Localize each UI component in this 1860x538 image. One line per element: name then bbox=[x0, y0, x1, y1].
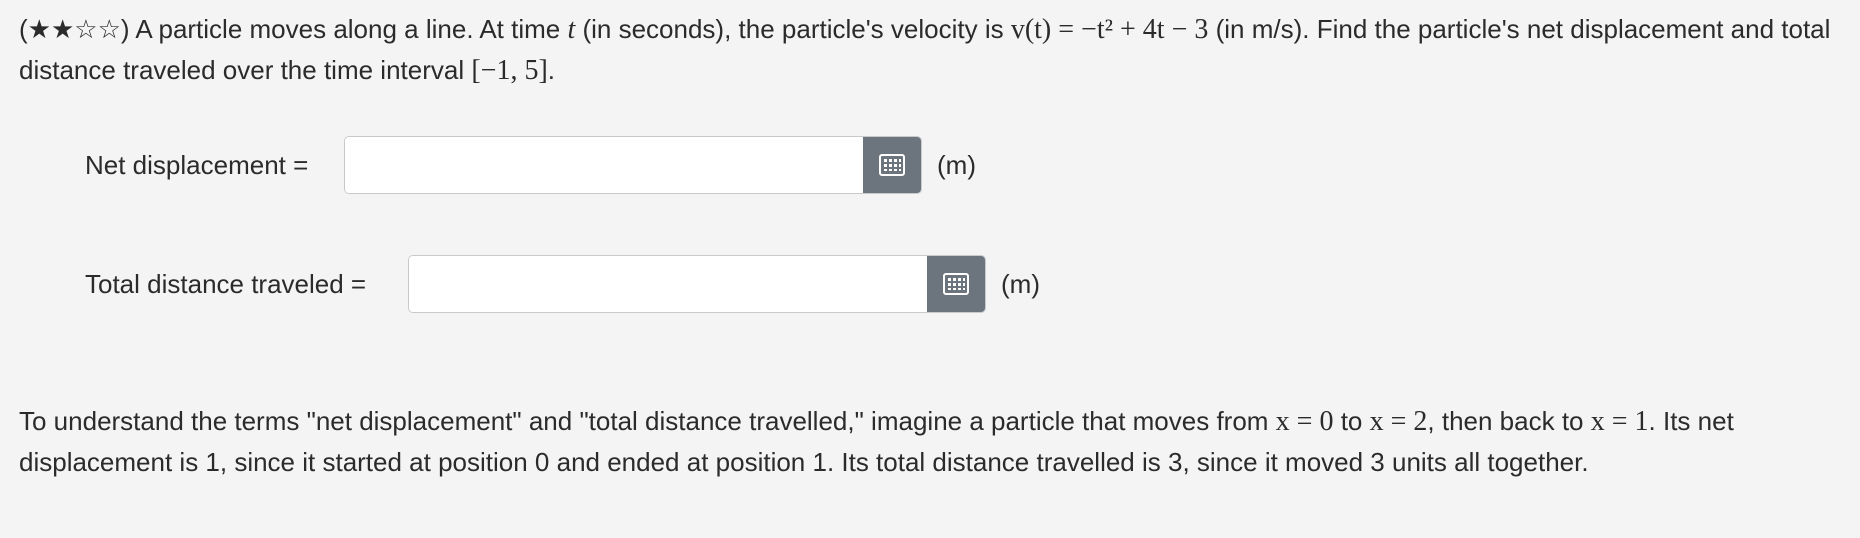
net-displacement-keypad-button[interactable] bbox=[863, 137, 921, 193]
velocity-formula: v(t) = −t² + 4t − 3 bbox=[1010, 14, 1209, 45]
hint-expression-3: x = 1 bbox=[1590, 406, 1649, 437]
total-distance-input[interactable] bbox=[409, 256, 927, 312]
hint-paragraph: To understand the terms "net displacemen… bbox=[19, 401, 1839, 483]
keypad-grid-icon bbox=[879, 154, 905, 176]
problem-text-4: . bbox=[547, 55, 556, 85]
hint-text-1: To understand the terms "net displacemen… bbox=[19, 406, 1276, 436]
problem-statement: (★★☆☆) A particle moves along a line. At… bbox=[19, 9, 1839, 91]
hint-text-2: to bbox=[1333, 406, 1370, 436]
total-distance-keypad-button[interactable] bbox=[927, 256, 985, 312]
problem-text-1: A particle moves along a line. At time bbox=[129, 14, 568, 44]
total-distance-field bbox=[408, 255, 986, 313]
hint-text-3: , then back to bbox=[1427, 406, 1591, 436]
hint-expression-1: x = 0 bbox=[1275, 406, 1334, 437]
net-displacement-field bbox=[344, 136, 922, 194]
net-displacement-label: Net displacement = bbox=[85, 150, 309, 180]
net-displacement-input[interactable] bbox=[345, 137, 863, 193]
keypad-grid-icon bbox=[943, 273, 969, 295]
hint-expression-2: x = 2 bbox=[1369, 406, 1428, 437]
time-interval: [−1, 5] bbox=[471, 55, 548, 86]
problem-text-2: (in seconds), the particle's velocity is bbox=[575, 14, 1011, 44]
total-distance-label: Total distance traveled = bbox=[85, 269, 367, 299]
total-distance-unit: (m) bbox=[1001, 269, 1040, 299]
difficulty-rating: (★★☆☆) bbox=[19, 14, 130, 44]
net-displacement-unit: (m) bbox=[937, 150, 976, 180]
